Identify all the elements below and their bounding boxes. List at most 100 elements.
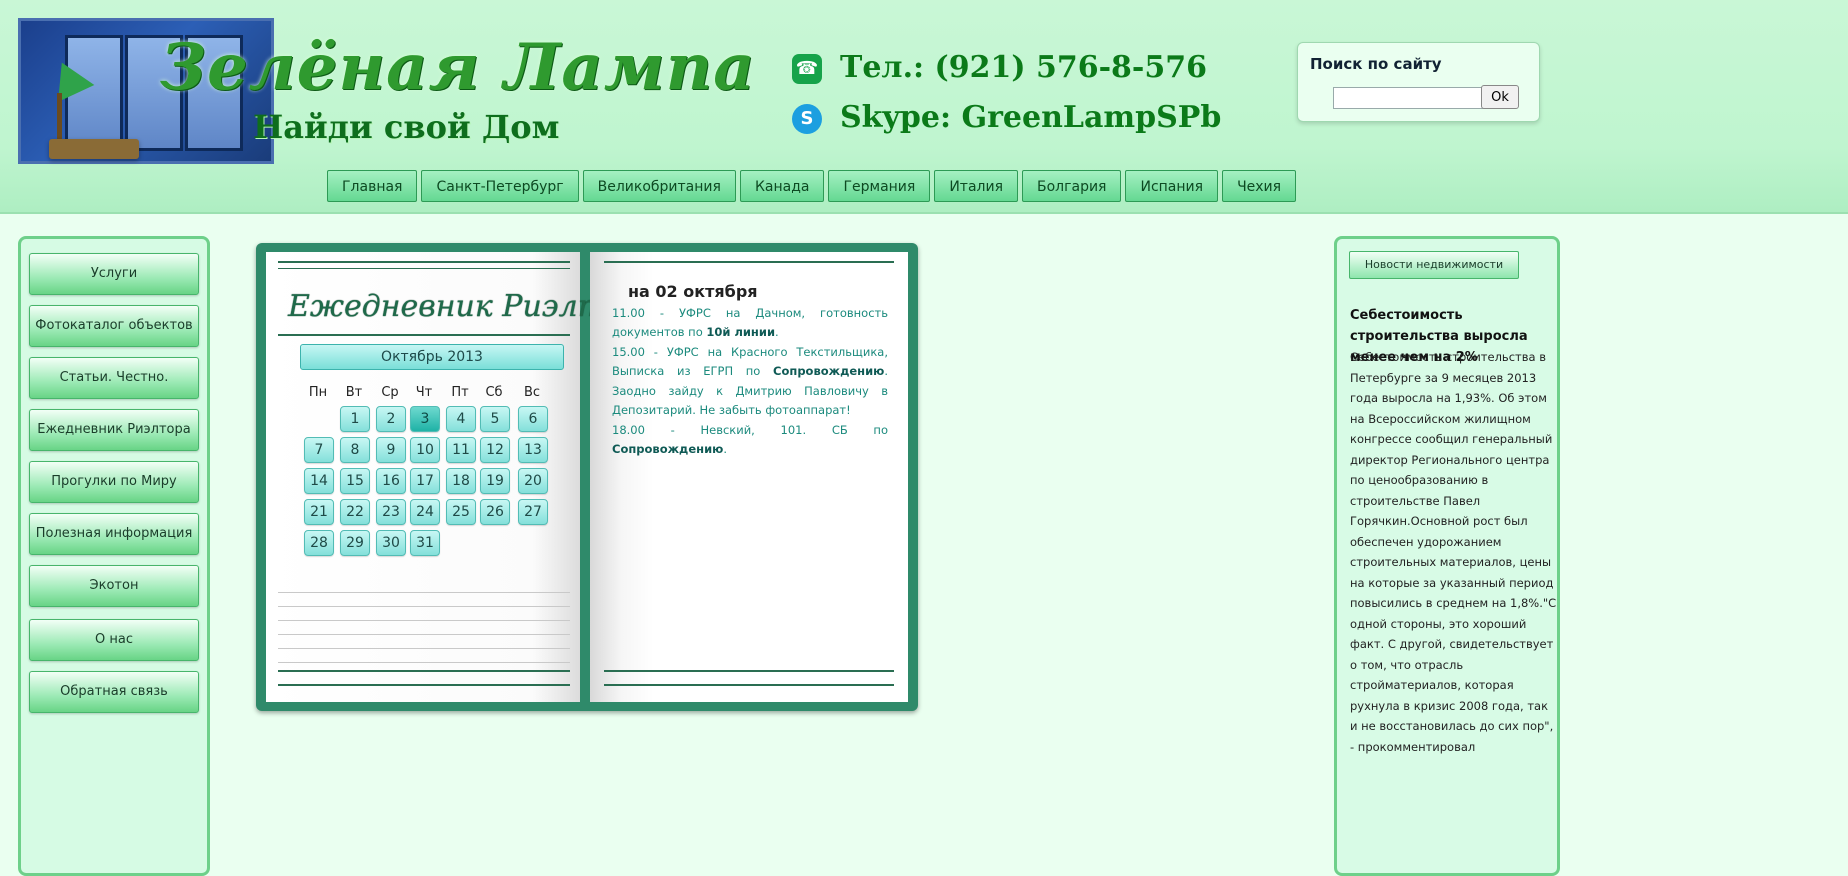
planner-book: Ежедневник Риэлтора Октябрь 2013 Пн Вт Ср Ч… [256,243,918,711]
lamp-stem [57,93,62,143]
entry-link[interactable]: 10й линии [706,325,775,339]
nav-germany[interactable]: Германия [828,170,931,202]
calendar-day[interactable]: 26 [480,499,510,525]
planner-title: Ежедневник Риэлтора [288,289,662,324]
sidebar-item-ekoton[interactable]: Экотон [29,565,199,607]
divider [278,662,570,663]
divider [604,684,894,686]
site-header: Зелёная Лампа Найди свой Дом ☎ Тел.: (921… [0,0,1848,214]
calendar-day[interactable]: 9 [376,437,406,463]
calendar-day[interactable]: 24 [410,499,440,525]
divider [604,670,894,672]
calendar-day[interactable]: 7 [304,437,334,463]
divider [278,634,570,635]
calendar-day[interactable]: 17 [410,468,440,494]
calendar-day[interactable]: 18 [446,468,476,494]
calendar-day[interactable]: 29 [340,530,370,556]
nav-italy[interactable]: Италия [934,170,1019,202]
divider [278,592,570,593]
calendar-day[interactable]: 3 [410,406,440,432]
planner-entries: на 02 октября 11.00 - УФРС на Дачном, го… [612,282,888,460]
phone-contact: ☎ Тел.: (921) 576-8-576 [792,50,1207,85]
news-tab[interactable]: Новости недвижимости [1349,251,1519,279]
calendar-day[interactable]: 20 [518,468,548,494]
sidebar-item-feedback[interactable]: Обратная связь [29,671,199,713]
calendar-day[interactable]: 12 [480,437,510,463]
skype-icon: S [792,104,822,134]
nav-home[interactable]: Главная [327,170,418,202]
phone-text: Тел.: (921) 576-8-576 [840,50,1208,85]
calendar-day[interactable]: 4 [446,406,476,432]
calendar-day[interactable]: 23 [376,499,406,525]
sidebar-item-world-walks[interactable]: Прогулки по Миру [29,461,199,503]
divider [278,684,570,686]
nav-czech[interactable]: Чехия [1222,170,1297,202]
sidebar-item-realtor-planner[interactable]: Ежедневник Риэлтора [29,409,199,451]
nav-bulgaria[interactable]: Болгария [1022,170,1122,202]
calendar-day[interactable]: 14 [304,468,334,494]
weekday-label: Пн [308,385,328,400]
weekday-label: Пт [451,385,469,400]
book-icon [49,139,139,159]
search-input[interactable] [1333,87,1484,109]
divider [278,334,570,336]
divider [278,648,570,649]
planner-left-page: Ежедневник Риэлтора Октябрь 2013 Пн Вт Ср Ч… [266,252,662,702]
calendar-day[interactable]: 5 [480,406,510,432]
entry-text: - Невский, 101. СБ по [644,422,888,437]
skype-text: Skype: GreenLampSPb [840,100,1222,135]
calendar-day[interactable]: 21 [304,499,334,525]
entry-text: . [775,325,779,339]
calendar-day[interactable]: 8 [340,437,370,463]
calendar-day[interactable]: 31 [410,530,440,556]
sidebar-item-articles[interactable]: Статьи. Честно. [29,357,199,399]
calendar-day[interactable]: 1 [340,406,370,432]
entries-date: на 02 октября [628,282,758,301]
sidebar-item-about[interactable]: О нас [29,619,199,661]
weekday-label: Ср [381,385,399,400]
calendar-day[interactable]: 11 [446,437,476,463]
weekday-label: Вт [345,385,363,400]
calendar-day[interactable]: 15 [340,468,370,494]
planner-right-page: на 02 октября 11.00 - УФРС на Дачном, го… [590,252,908,702]
skype-contact: S Skype: GreenLampSPb [792,100,1221,135]
calendar-day[interactable]: 30 [376,530,406,556]
nav-saint-petersburg[interactable]: Санкт-Петербург [421,170,579,202]
search-ok-button[interactable]: Ok [1481,85,1519,109]
calendar-day[interactable]: 16 [376,468,406,494]
weekday-label: Чт [415,385,433,400]
calendar-day[interactable]: 27 [518,499,548,525]
weekday-label: Вс [523,385,541,400]
logo-title[interactable]: Зелёная Лампа [160,30,756,105]
calendar-day[interactable]: 22 [340,499,370,525]
divider [278,620,570,621]
nav-canada[interactable]: Канада [739,170,825,202]
calendar-day[interactable]: 2 [376,406,406,432]
calendar-day[interactable]: 25 [446,499,476,525]
nav-great-britain[interactable]: Великобритания [582,170,736,202]
sidebar-item-services[interactable]: Услуги [29,253,199,295]
entry-time: 11.00 [612,305,645,320]
calendar-day[interactable]: 13 [518,437,548,463]
divider [278,670,570,672]
left-sidebar-menu: Услуги Фотокаталог объектов Статьи. Чест… [18,236,210,876]
calendar-day[interactable]: 28 [304,530,334,556]
divider [278,606,570,607]
calendar-day[interactable]: 10 [410,437,440,463]
main-nav: Главная Санкт-Петербург Великобритания Кана… [327,170,1300,204]
entry-link[interactable]: Сопровождению [773,364,884,378]
divider [604,261,894,263]
divider [278,268,570,269]
entry-link[interactable]: Сопровождению [612,442,723,456]
calendar-day[interactable]: 19 [480,468,510,494]
calendar-day[interactable]: 6 [518,406,548,432]
sidebar-item-useful-info[interactable]: Полезная информация [29,513,199,555]
phone-icon: ☎ [792,54,822,84]
sidebar-item-photo-catalog[interactable]: Фотокаталог объектов [29,305,199,347]
site-search: Поиск по сайту Ok [1297,42,1540,122]
logo-subtitle: Найди свой Дом [253,108,560,146]
news-body: Себестоимость строительства в Петербурге… [1350,350,1557,754]
news-sidebar: Новости недвижимости Себестоимость строи… [1334,236,1560,876]
nav-spain[interactable]: Испания [1125,170,1219,202]
calendar-month-header[interactable]: Октябрь 2013 [300,344,564,370]
